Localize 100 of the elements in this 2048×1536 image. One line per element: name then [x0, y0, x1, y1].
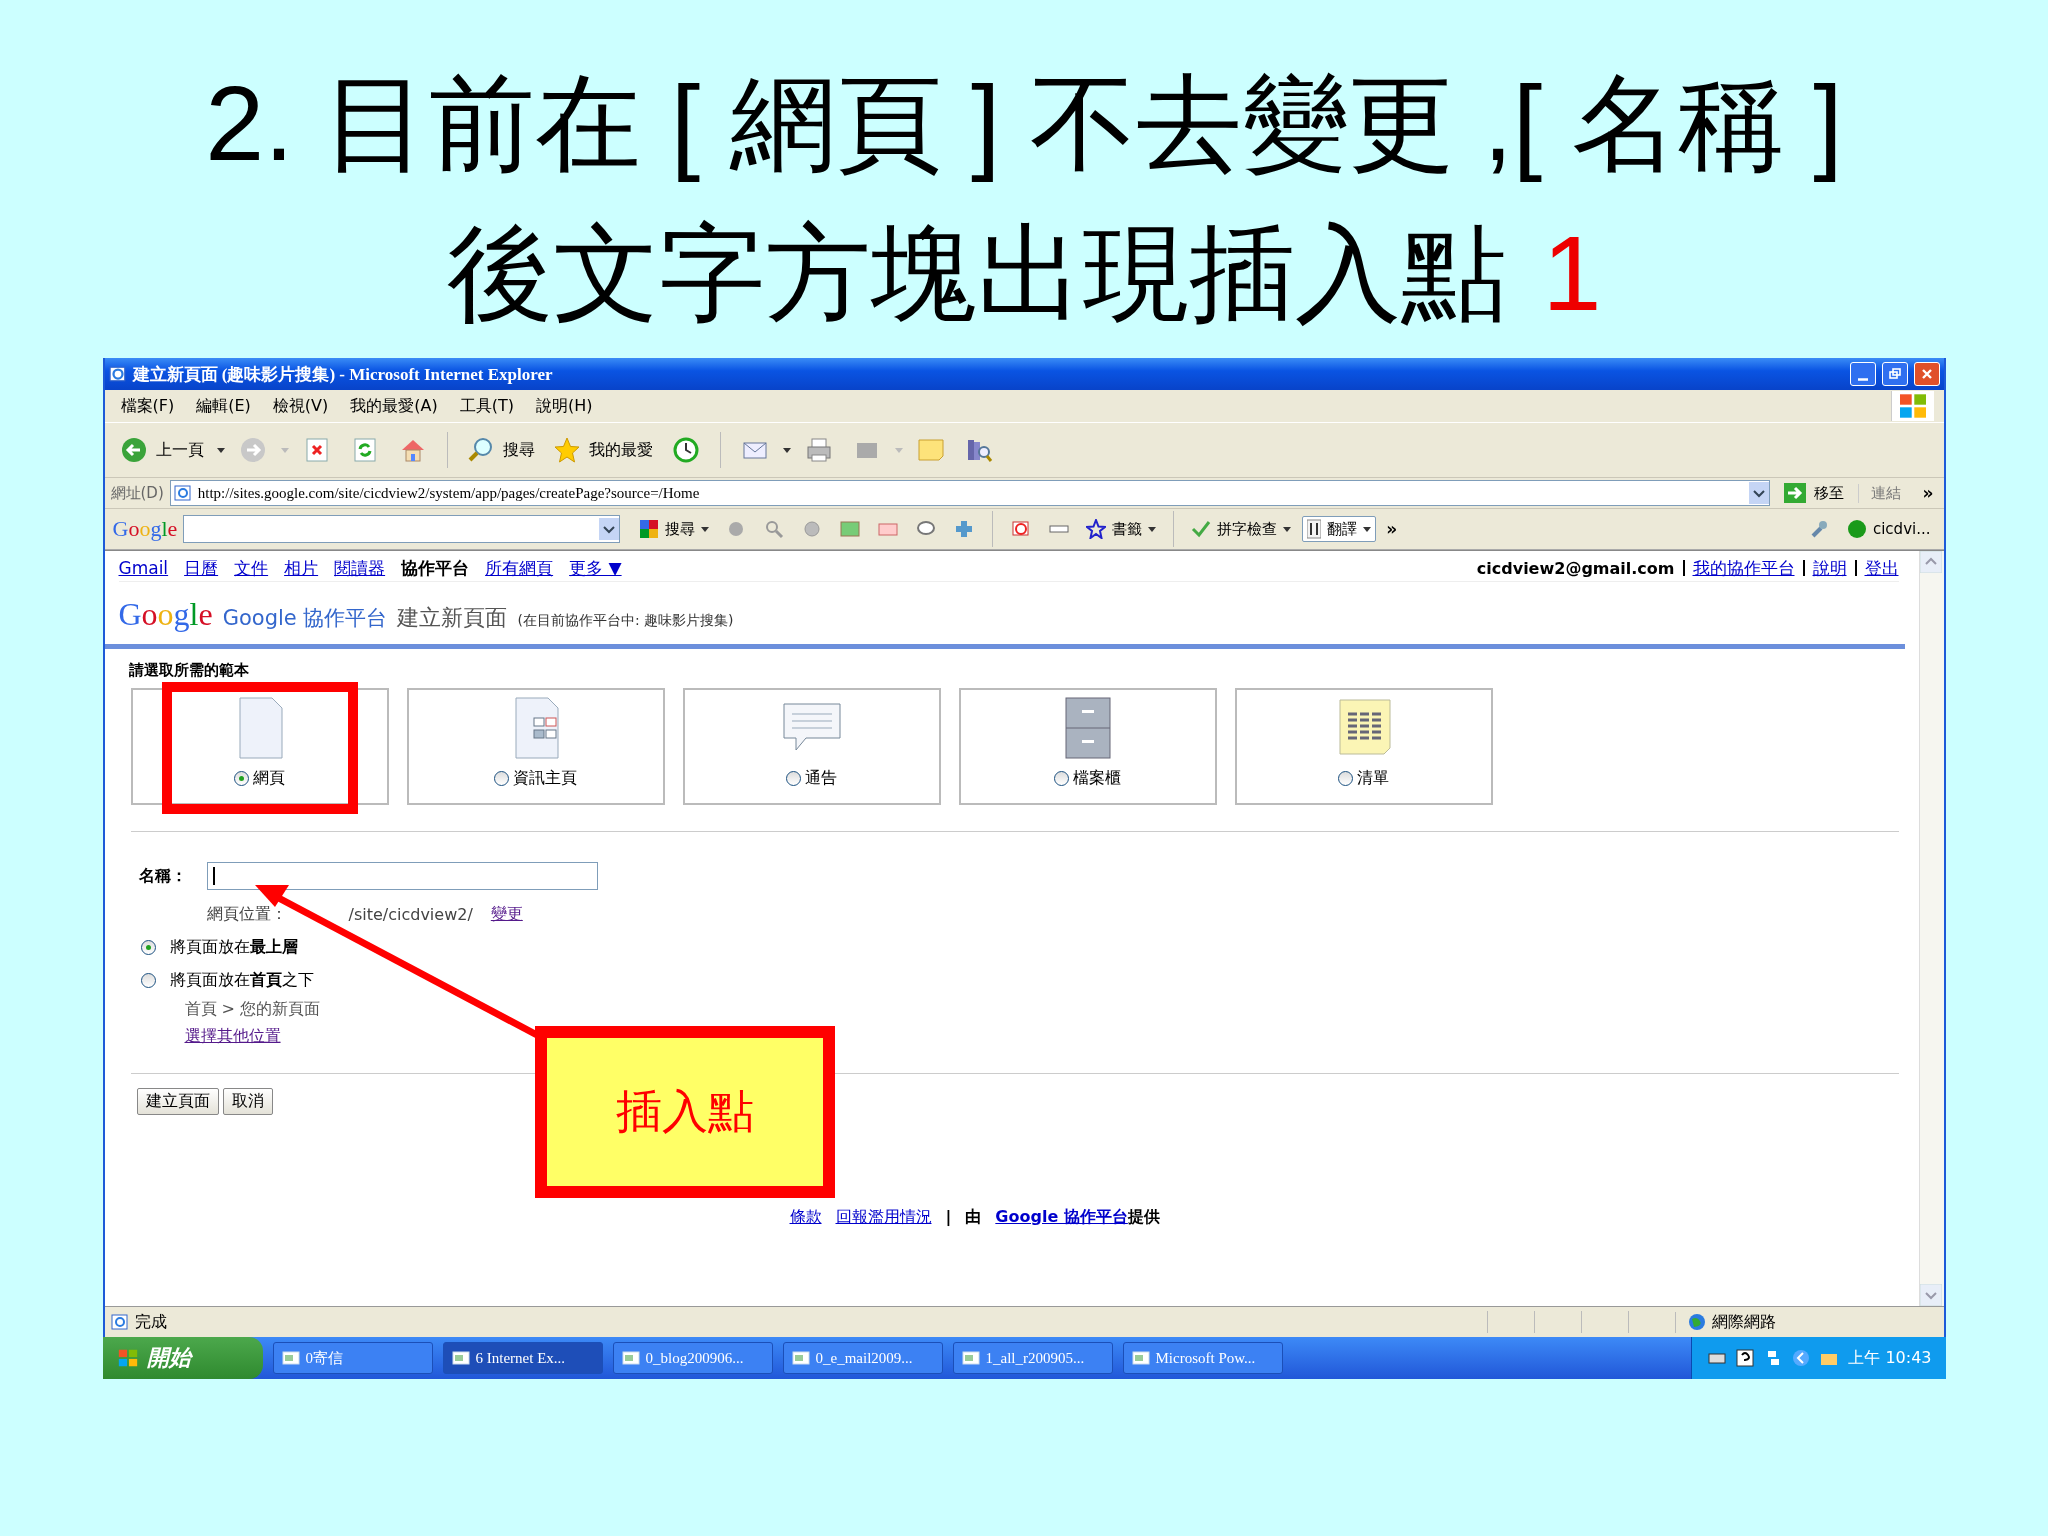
- forward-icon[interactable]: [238, 436, 267, 464]
- address-field[interactable]: http://sites.google.com/site/cicdview2/system/app/pages/createPage?source=/Home: [169, 480, 1770, 506]
- restore-button[interactable]: [1881, 362, 1908, 386]
- menu-item[interactable]: 說明(H): [529, 393, 609, 419]
- text-cursor: [212, 867, 215, 885]
- form-button[interactable]: 取消: [222, 1088, 273, 1115]
- radio-button[interactable]: [786, 771, 801, 786]
- history-icon[interactable]: [671, 436, 700, 464]
- caret-icon[interactable]: [216, 447, 225, 453]
- section-heading: 請選取所需的範本: [128, 661, 250, 680]
- report-link[interactable]: 回報濫用情況: [835, 1207, 932, 1228]
- slide-title: 後文字方塊出現插入點: [446, 214, 1507, 332]
- disc-icon[interactable]: [802, 519, 823, 539]
- help-icon[interactable]: [1736, 1349, 1755, 1367]
- nav-link[interactable]: 相片: [284, 556, 319, 580]
- radio-button[interactable]: [494, 771, 509, 786]
- search-button[interactable]: 搜尋: [634, 516, 715, 542]
- template-card[interactable]: 檔案櫃: [958, 688, 1217, 805]
- squares-icon: [639, 519, 660, 539]
- window-icon: [451, 1349, 470, 1367]
- taskbar-button[interactable]: 0寄信: [272, 1342, 433, 1374]
- form-button[interactable]: 建立頁面: [136, 1088, 219, 1115]
- scroll-up-icon[interactable]: [1919, 551, 1942, 573]
- checkmark-icon: [1191, 519, 1212, 539]
- dropdown-icon[interactable]: [1748, 482, 1769, 504]
- search-button[interactable]: 搜尋: [461, 433, 540, 467]
- radio-button[interactable]: [1054, 771, 1069, 786]
- dropdown-icon[interactable]: [599, 518, 620, 540]
- radio-button[interactable]: [140, 940, 156, 955]
- chevron-icon[interactable]: [1792, 1349, 1811, 1367]
- nav-link[interactable]: 文件: [234, 556, 269, 580]
- popup-blocker-icon[interactable]: [1011, 519, 1032, 539]
- print-icon[interactable]: [804, 436, 833, 464]
- nav-link[interactable]: 日曆: [184, 556, 219, 580]
- star-icon: [552, 436, 581, 464]
- page-icon: [110, 1313, 129, 1331]
- placement-option: 將頁面放在最上層: [169, 937, 298, 958]
- placement-option: 將頁面放在首頁之下: [169, 970, 314, 991]
- go-button[interactable]: 移至: [1775, 482, 1852, 504]
- template-card[interactable]: 資訊主頁: [406, 688, 665, 805]
- more-button[interactable]: »: [1382, 519, 1402, 539]
- menu-item[interactable]: 檔案(F): [114, 393, 191, 419]
- menu-item[interactable]: 檢視(V): [266, 393, 345, 419]
- minimize-button[interactable]: [1849, 362, 1876, 386]
- account-button[interactable]: cicdvi...: [1841, 516, 1936, 542]
- taskbar-button[interactable]: 0_blog200906...: [612, 1342, 773, 1374]
- account-link[interactable]: 登出: [1864, 556, 1899, 580]
- change-link[interactable]: 變更: [490, 904, 523, 925]
- globe-icon: [1687, 1313, 1706, 1331]
- nav-link[interactable]: Gmail: [118, 558, 169, 578]
- template-label: 資訊主頁: [513, 768, 577, 789]
- radio-button[interactable]: [1338, 771, 1353, 786]
- taskbar-button[interactable]: 0_e_mail2009...: [782, 1342, 943, 1374]
- nav-link[interactable]: 閱讀器: [334, 556, 386, 580]
- minimize-icon: [1857, 377, 1868, 381]
- template-card[interactable]: 清單: [1234, 688, 1493, 805]
- translate-icon: [1307, 519, 1322, 539]
- caret-icon[interactable]: [782, 447, 791, 453]
- taskbar-button[interactable]: 6 Internet Ex...: [442, 1342, 603, 1374]
- window-icon: [281, 1349, 300, 1367]
- scrollbar[interactable]: [1918, 551, 1944, 1306]
- taskbar-button[interactable]: 1_all_r200905...: [952, 1342, 1113, 1374]
- bookmarks-button[interactable]: 書籤: [1081, 516, 1162, 542]
- start-button[interactable]: 開始: [102, 1337, 263, 1379]
- name-field[interactable]: [206, 862, 598, 890]
- radio-button[interactable]: [140, 973, 156, 988]
- nav-link[interactable]: 協作平台: [401, 556, 470, 580]
- nav-link[interactable]: 更多 ▼: [569, 556, 622, 580]
- slide-title: 2. 目前在 [ 網頁 ] 不去變更 ,[ 名稱 ]: [204, 63, 1844, 184]
- wrench-icon[interactable]: [1809, 519, 1830, 539]
- product-name: Google 協作平台: [222, 605, 388, 632]
- caret-icon: [701, 526, 710, 532]
- account-link[interactable]: 我的協作平台: [1692, 556, 1795, 580]
- account-link[interactable]: 說明: [1812, 556, 1847, 580]
- site-link[interactable]: Google 協作平台: [995, 1207, 1128, 1228]
- menu-item[interactable]: 我的最愛(A): [344, 393, 454, 419]
- menu-item[interactable]: 工具(T): [453, 393, 530, 419]
- spellcheck-button[interactable]: 拼字檢查: [1186, 516, 1297, 542]
- magnifier-icon[interactable]: [764, 519, 785, 539]
- taskbar-button[interactable]: Microsoft Pow...: [1122, 1342, 1283, 1374]
- radio-button[interactable]: [234, 771, 249, 786]
- plus-icon[interactable]: [954, 519, 975, 539]
- choose-location-link[interactable]: 選擇其他位置: [184, 1026, 281, 1045]
- close-button[interactable]: [1913, 362, 1940, 386]
- search-field[interactable]: [183, 515, 621, 543]
- search-icon: [466, 436, 495, 464]
- image-icon[interactable]: [840, 519, 861, 539]
- links-label[interactable]: 連結: [1857, 483, 1913, 503]
- translate-button[interactable]: 翻譯: [1302, 516, 1377, 542]
- user-email: cicdview2@gmail.com: [1476, 558, 1675, 578]
- nav-link[interactable]: 所有網頁: [485, 556, 554, 580]
- back-button[interactable]: 上一頁: [114, 433, 209, 467]
- more-button[interactable]: »: [1918, 483, 1938, 503]
- favorites-button[interactable]: 我的最愛: [547, 433, 658, 467]
- terms-link[interactable]: 條款: [789, 1207, 822, 1228]
- window-icon: [1131, 1349, 1150, 1367]
- zone-text: 網際網路: [1711, 1311, 1776, 1333]
- template-card[interactable]: 通告: [682, 688, 941, 805]
- menu-item[interactable]: 編輯(E): [190, 393, 267, 419]
- scroll-down-icon[interactable]: [1919, 1284, 1942, 1306]
